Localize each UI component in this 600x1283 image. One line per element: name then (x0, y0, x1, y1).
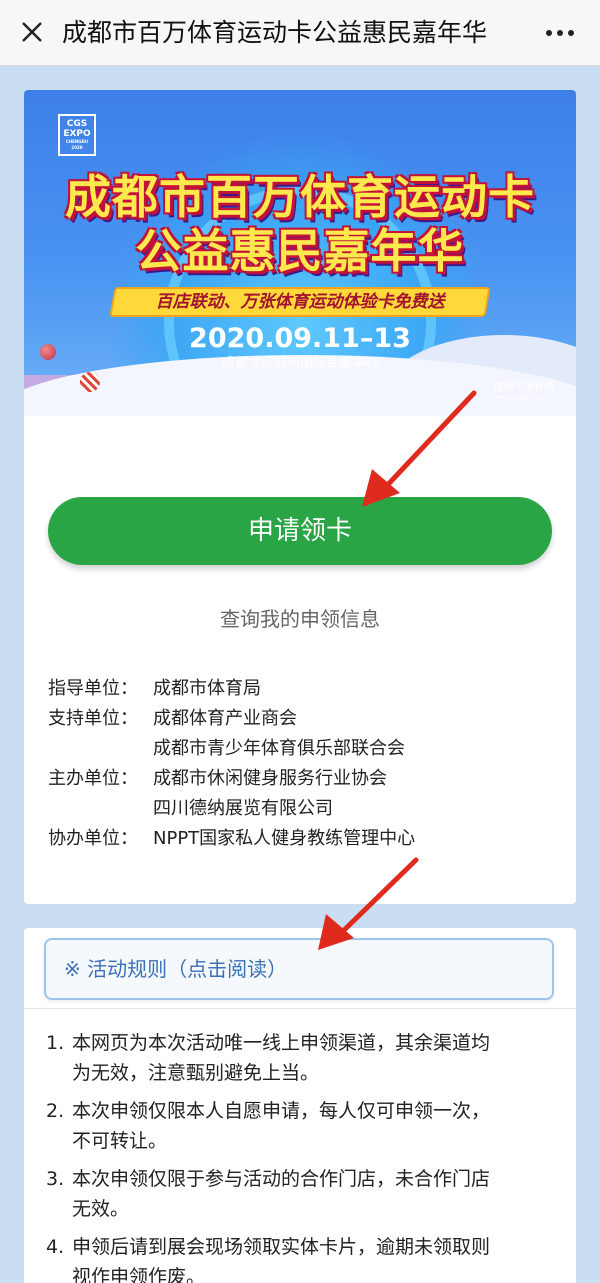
rule-text: 申领后请到展会现场领取实体卡片，逾期未领取则 (72, 1236, 491, 1258)
close-icon (22, 22, 42, 42)
ball-icon (80, 372, 100, 392)
organizer-value: 成都市休闲健身服务行业协会 (153, 768, 387, 789)
organizer-label: 协办单位： (48, 828, 138, 849)
rules-card: ※ 活动规则（点击阅读） 1. 本网页为本次活动唯一线上申领渠道，其余渠道均 为无… (24, 928, 576, 1283)
rule-number: 3. (46, 1168, 65, 1190)
organizer-label: 指导单位： (48, 678, 138, 699)
organizer-label: 主办单位： (48, 768, 138, 789)
event-venue: 成都世纪城新国际会展中心 (221, 356, 378, 371)
apply-card-button[interactable]: 申请领卡 (48, 497, 552, 565)
rules-toggle-label: ※ 活动规则（点击阅读） (64, 957, 288, 981)
rule-text: 无效。 (72, 1198, 130, 1220)
organizer-row: 指导单位： 成都市体育局 (48, 674, 558, 704)
top-bar: 成都市百万体育运动卡公益惠民嘉年华 (0, 0, 600, 66)
rule-text: 视作申领作废。 (72, 1266, 206, 1283)
ball-icon (40, 344, 56, 360)
more-button[interactable] (538, 18, 582, 48)
org-name: 成都市体育局 (494, 382, 554, 393)
more-dot-icon (546, 30, 552, 36)
rule-text: 本网页为本次活动唯一线上申领渠道，其余渠道均 (72, 1032, 491, 1054)
banner-headline: 成都市百万体育运动卡 公益惠民嘉年华 (24, 170, 576, 278)
rules-toggle-button[interactable]: ※ 活动规则（点击阅读） (44, 938, 554, 1000)
rule-number: 2. (46, 1100, 65, 1122)
organizer-value: 成都体育产业商会 (153, 708, 297, 729)
logo-small: CHENGDU 2020 (65, 139, 89, 150)
banner-slogan: 百店联动、万张体育运动体验卡免费送 (155, 292, 445, 312)
close-button[interactable] (14, 14, 50, 50)
organizer-row: 协办单位： NPPT国家私人健身教练管理中心 (48, 824, 558, 854)
main-card: CGS EXPO CHENGDU 2020 成都市百万体育运动卡 公益惠民嘉年华… (24, 90, 576, 904)
rule-text: 不可转让。 (72, 1130, 168, 1152)
page-title: 成都市百万体育运动卡公益惠民嘉年华 (62, 18, 488, 47)
rule-item: 4. 申领后请到展会现场领取实体卡片，逾期未领取则视作申领作废。 (46, 1232, 556, 1283)
organizer-row: 支持单位： 成都体育产业商会 成都市青少年体育俱乐部联合会 (48, 704, 558, 764)
rule-text: 本次申领仅限本人自愿申请，每人仅可申领一次， (72, 1100, 491, 1122)
rule-item: 1. 本网页为本次活动唯一线上申领渠道，其余渠道均 为无效，注意甄别避免上当。 (46, 1028, 556, 1088)
organizer-value: 成都市体育局 (153, 678, 261, 699)
rule-number: 1. (46, 1032, 65, 1054)
headline-line2: 公益惠民嘉年华 (135, 224, 465, 278)
rule-number: 4. (46, 1236, 65, 1258)
event-date: 2020.09.11–13 (189, 323, 411, 354)
rules-list: 1. 本网页为本次活动唯一线上申领渠道，其余渠道均 为无效，注意甄别避免上当。 2… (46, 1028, 556, 1283)
rule-item: 2. 本次申领仅限本人自愿申请，每人仅可申领一次， 不可转让。 (46, 1096, 556, 1156)
rule-item: 3. 本次申领仅限于参与活动的合作门店，未合作门店 无效。 (46, 1164, 556, 1224)
organizer-value: 四川德纳展览有限公司 (153, 798, 333, 819)
headline-line1: 成都市百万体育运动卡 (65, 170, 535, 224)
rule-text: 为无效，注意甄别避免上当。 (72, 1062, 320, 1084)
divider (24, 1008, 576, 1009)
organizer-label: 支持单位： (48, 708, 138, 729)
more-dot-icon (557, 30, 563, 36)
more-dot-icon (568, 30, 574, 36)
logo-line1: CGS (66, 119, 88, 129)
event-banner: CGS EXPO CHENGDU 2020 成都市百万体育运动卡 公益惠民嘉年华… (24, 90, 576, 416)
organizer-row: 主办单位： 成都市休闲健身服务行业协会 四川德纳展览有限公司 (48, 764, 558, 824)
organizer-value: NPPT国家私人健身教练管理中心 (153, 828, 416, 849)
banner-org-tag: 成都市体育局 www.cdsport.gov.cn (494, 382, 570, 402)
organizer-list: 指导单位： 成都市体育局 支持单位： 成都体育产业商会 成都市青少年体育俱乐部联… (48, 674, 558, 854)
organizer-value: 成都市青少年体育俱乐部联合会 (153, 738, 405, 759)
expo-logo: CGS EXPO CHENGDU 2020 (58, 114, 96, 156)
org-site: www.cdsport.gov.cn (494, 394, 555, 401)
rule-text: 本次申领仅限于参与活动的合作门店，未合作门店 (72, 1168, 491, 1190)
query-application-link[interactable]: 查询我的申领信息 (24, 606, 576, 632)
logo-line2: EXPO (63, 129, 91, 139)
